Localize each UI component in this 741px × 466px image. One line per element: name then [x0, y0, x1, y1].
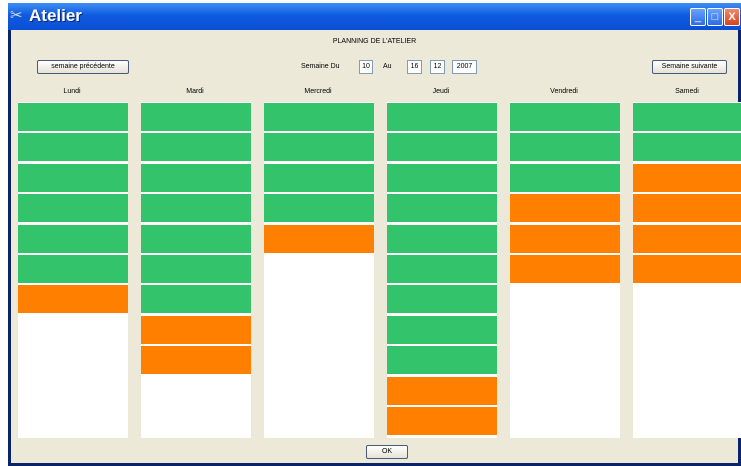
slot-booked[interactable]: [633, 194, 741, 223]
day-schedule: [387, 102, 497, 438]
slot-available[interactable]: [387, 224, 497, 253]
day-column-jeudi: Jeudi: [385, 83, 497, 441]
day-schedule: [510, 102, 620, 438]
slot-available[interactable]: [387, 285, 497, 314]
slot-booked[interactable]: [633, 163, 741, 192]
slot-available[interactable]: [141, 103, 251, 131]
slot-available[interactable]: [141, 163, 251, 192]
semaine-du-label: Semaine Du: [301, 63, 340, 70]
slot-available[interactable]: [633, 133, 741, 162]
app-window: ✂ Atelier _ □ X PLANNING DE L'ATELIER se…: [8, 3, 741, 466]
day-title: Vendredi: [550, 88, 578, 95]
slot-available[interactable]: [141, 285, 251, 314]
slot-available[interactable]: [18, 255, 128, 283]
window-title: Atelier: [29, 6, 82, 25]
slot-available[interactable]: [18, 224, 128, 253]
day-schedule: [18, 102, 128, 438]
next-week-button[interactable]: Semaine suivante: [652, 60, 727, 74]
slot-available[interactable]: [141, 255, 251, 283]
slot-booked[interactable]: [264, 224, 374, 253]
slot-booked[interactable]: [633, 255, 741, 283]
day-title: Mardi: [186, 88, 204, 95]
scissors-icon: ✂: [10, 7, 23, 24]
slot-available[interactable]: [510, 133, 620, 162]
slot-booked[interactable]: [510, 194, 620, 223]
slot-available[interactable]: [510, 163, 620, 192]
day-column-mardi: Mardi: [139, 83, 251, 441]
day-column-samedi: Samedi: [631, 83, 741, 441]
slot-available[interactable]: [387, 194, 497, 223]
slot-available[interactable]: [387, 163, 497, 192]
month-field[interactable]: 12: [430, 60, 445, 74]
slot-available[interactable]: [387, 133, 497, 162]
client-area: PLANNING DE L'ATELIER semaine précédente…: [11, 30, 741, 463]
slot-available[interactable]: [510, 103, 620, 131]
slot-available[interactable]: [18, 103, 128, 131]
previous-week-button[interactable]: semaine précédente: [37, 60, 129, 74]
page-title: PLANNING DE L'ATELIER: [332, 38, 417, 45]
slot-booked[interactable]: [387, 407, 497, 435]
slot-available[interactable]: [387, 315, 497, 344]
slot-available[interactable]: [141, 194, 251, 223]
slot-available[interactable]: [141, 133, 251, 162]
slot-available[interactable]: [18, 133, 128, 162]
title-bar[interactable]: ✂ Atelier _ □ X: [8, 3, 741, 30]
slot-booked[interactable]: [141, 346, 251, 375]
au-label: Au: [383, 63, 392, 70]
slot-available[interactable]: [141, 224, 251, 253]
slot-available[interactable]: [264, 103, 374, 131]
from-day-field[interactable]: 10: [359, 60, 373, 74]
day-schedule: [633, 102, 741, 438]
day-column-vendredi: Vendredi: [508, 83, 620, 441]
slot-booked[interactable]: [18, 285, 128, 314]
year-field[interactable]: 2007: [452, 60, 477, 74]
ok-button[interactable]: OK: [366, 445, 408, 459]
slot-available[interactable]: [264, 194, 374, 223]
minimize-button[interactable]: _: [690, 8, 706, 26]
day-column-lundi: Lundi: [16, 83, 128, 441]
maximize-button[interactable]: □: [707, 8, 723, 26]
day-title: Samedi: [675, 88, 699, 95]
day-schedule: [141, 102, 251, 438]
slot-available[interactable]: [387, 255, 497, 283]
slot-available[interactable]: [387, 346, 497, 375]
slot-available[interactable]: [387, 103, 497, 131]
slot-available[interactable]: [18, 194, 128, 223]
day-column-mercredi: Mercredi: [262, 83, 374, 441]
slot-available[interactable]: [18, 163, 128, 192]
close-button[interactable]: X: [724, 8, 740, 26]
day-title: Jeudi: [432, 88, 450, 95]
day-title: Lundi: [63, 88, 81, 95]
slot-booked[interactable]: [141, 315, 251, 344]
day-schedule: [264, 102, 374, 438]
to-day-field[interactable]: 16: [407, 60, 422, 74]
slot-booked[interactable]: [633, 224, 741, 253]
slot-booked[interactable]: [387, 376, 497, 405]
day-title: Mercredi: [304, 88, 332, 95]
slot-booked[interactable]: [510, 224, 620, 253]
slot-available[interactable]: [633, 103, 741, 131]
slot-booked[interactable]: [510, 255, 620, 283]
slot-available[interactable]: [264, 163, 374, 192]
slot-available[interactable]: [264, 133, 374, 162]
